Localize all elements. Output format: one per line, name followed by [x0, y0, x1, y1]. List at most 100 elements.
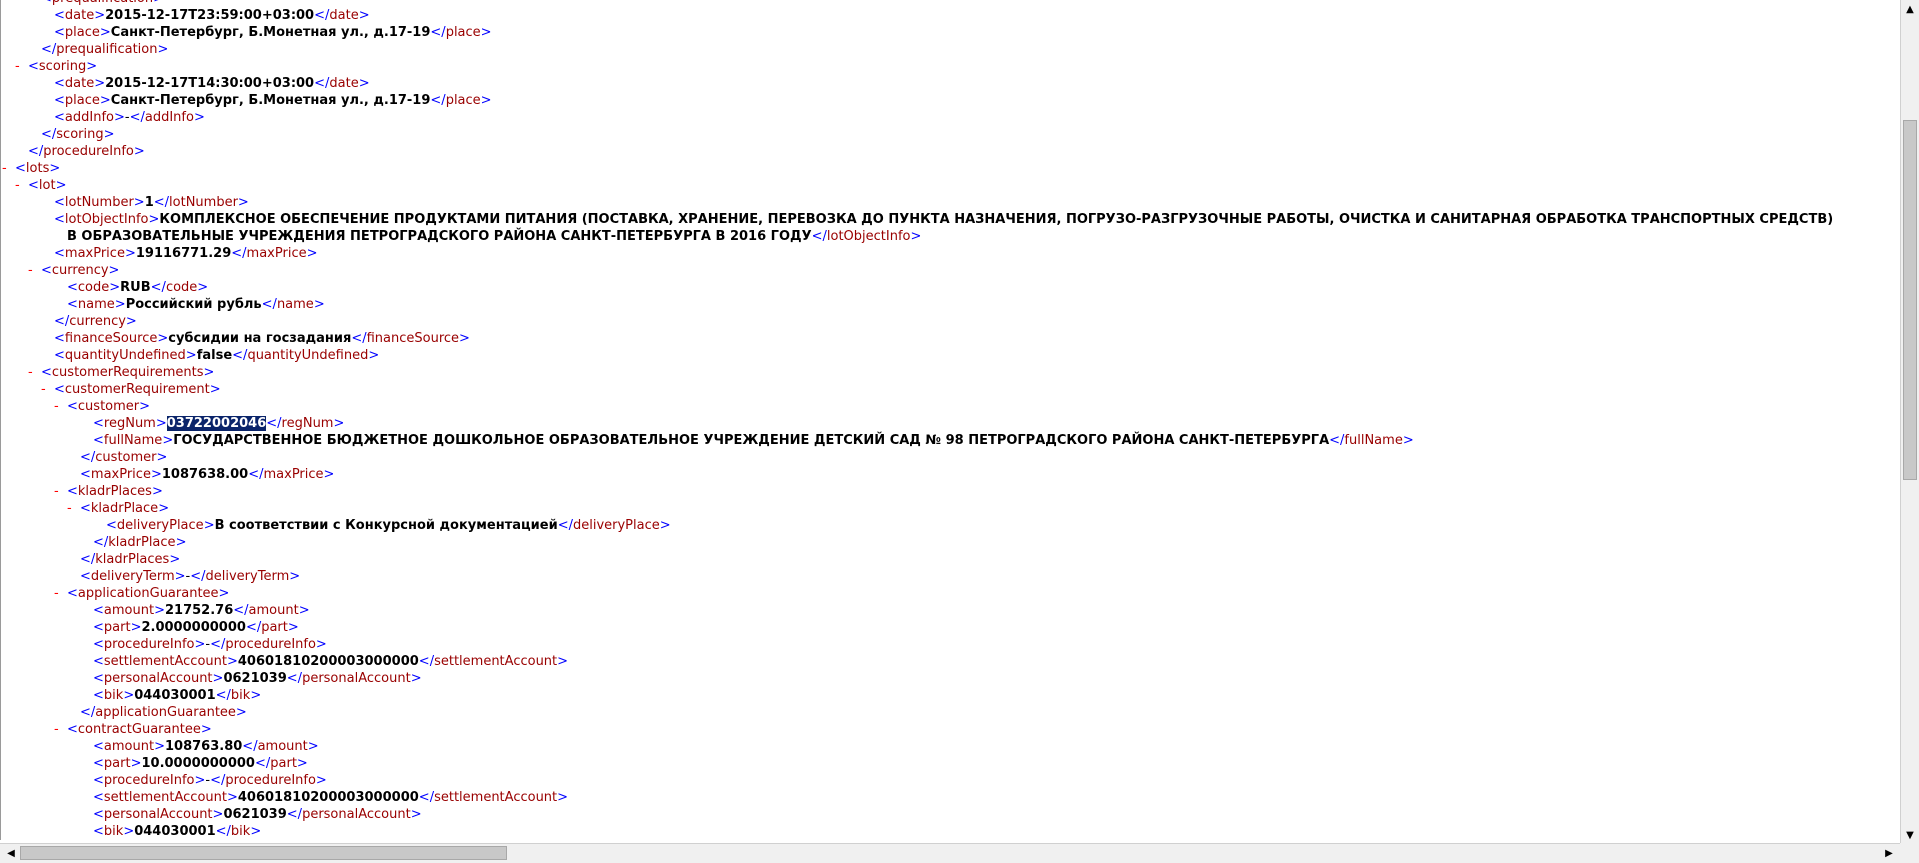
tag-bracket: >: [99, 93, 111, 108]
element-value[interactable]: В ОБРАЗОВАТЕЛЬНЫЕ УЧРЕЖДЕНИЯ ПЕТРОГРАДСК…: [67, 229, 812, 244]
element-value[interactable]: КОМПЛЕКСНОЕ ОБЕСПЕЧЕНИЕ ПРОДУКТАМИ ПИТАН…: [159, 212, 1833, 227]
tag-bracket: >: [99, 25, 111, 40]
tag-bracket: <: [54, 246, 65, 261]
tag-bracket: >: [103, 127, 115, 142]
element-value[interactable]: 10.0000000000: [141, 756, 254, 771]
tag-bracket: >: [194, 773, 206, 788]
tag-name: customer: [77, 399, 140, 414]
tag-bracket: <: [67, 280, 78, 295]
element-value[interactable]: 108763.80: [165, 739, 242, 754]
xml-line: <procedureInfo>-</procedureInfo>: [1, 772, 1901, 789]
tag-bracket: >: [313, 297, 325, 312]
tag-bracket: <: [93, 620, 104, 635]
element-value[interactable]: Санкт-Петербург, Б.Монетная ул., д.17-19: [111, 25, 431, 40]
element-value[interactable]: 0621039: [223, 671, 286, 686]
element-value[interactable]: 2015-12-17T14:30:00+03:00: [105, 76, 314, 91]
collapse-toggle[interactable]: -: [15, 58, 28, 75]
tag-bracket: >: [459, 331, 470, 346]
tag-bracket: </: [418, 790, 435, 805]
collapse-toggle[interactable]: -: [15, 177, 28, 194]
tag-name: personalAccount: [103, 671, 213, 686]
tag-name: deliveryTerm: [205, 569, 290, 584]
element-value[interactable]: 044030001: [134, 688, 215, 703]
tag-bracket: </: [351, 331, 367, 346]
tag-bracket: >: [185, 348, 197, 363]
element-value[interactable]: субсидии на госзадания: [168, 331, 351, 346]
tag-name: part: [270, 756, 297, 771]
scroll-right-icon[interactable]: ▶: [1880, 844, 1898, 863]
tag-bracket: >: [193, 110, 205, 125]
collapse-toggle[interactable]: -: [28, 0, 41, 7]
collapse-toggle[interactable]: -: [54, 483, 67, 500]
tag-bracket: >: [557, 654, 569, 669]
tag-name: fullName: [103, 433, 163, 448]
tag-bracket: >: [235, 705, 247, 720]
tag-name: procedureInfo: [103, 773, 195, 788]
scroll-left-icon[interactable]: ◀: [2, 844, 20, 863]
element-value[interactable]: 2.0000000000: [141, 620, 245, 635]
element-value[interactable]: Санкт-Петербург, Б.Монетная ул., д.17-19: [111, 93, 431, 108]
tag-bracket: >: [148, 212, 160, 227]
tag-bracket: <: [54, 212, 65, 227]
tag-name: scoring: [56, 127, 104, 142]
xml-line: <lotObjectInfo>КОМПЛЕКСНОЕ ОБЕСПЕЧЕНИЕ П…: [1, 211, 1901, 228]
element-value[interactable]: 044030001: [134, 824, 215, 839]
xml-line: - <contractGuarantee>: [1, 721, 1901, 738]
scroll-up-icon[interactable]: ▲: [1901, 0, 1919, 18]
tag-bracket: >: [139, 399, 151, 414]
element-value[interactable]: 03722002046: [166, 416, 267, 431]
element-value[interactable]: 1087638.00: [162, 467, 248, 482]
tag-name: lots: [25, 161, 50, 176]
scroll-down-icon[interactable]: ▼: [1901, 826, 1919, 844]
horizontal-scrollbar[interactable]: ◀ ▶: [0, 843, 1900, 863]
element-value[interactable]: Российский рубль: [126, 297, 262, 312]
xml-line: <date>2015-12-17T14:30:00+03:00</date>: [1, 75, 1901, 92]
collapse-toggle[interactable]: -: [54, 721, 67, 738]
collapse-toggle[interactable]: -: [54, 398, 67, 415]
tag-name: regNum: [281, 416, 334, 431]
tag-name: date: [64, 8, 95, 23]
xml-line: </customer>: [1, 449, 1901, 466]
element-value[interactable]: ГОСУДАРСТВЕННОЕ БЮДЖЕТНОЕ ДОШКОЛЬНОЕ ОБР…: [173, 433, 1329, 448]
element-value[interactable]: 21752.76: [165, 603, 233, 618]
xml-line: <quantityUndefined>false</quantityUndefi…: [1, 347, 1901, 364]
tag-bracket: <: [54, 8, 65, 23]
element-value[interactable]: 19116771.29: [136, 246, 231, 261]
tag-bracket: <: [106, 518, 117, 533]
tag-bracket: >: [200, 722, 212, 737]
tag-bracket: </: [261, 297, 277, 312]
collapse-toggle[interactable]: -: [2, 160, 15, 177]
tag-bracket: <: [93, 671, 104, 686]
xml-line: <date>2015-12-17T23:59:00+03:00</date>: [1, 7, 1901, 24]
collapse-toggle[interactable]: -: [67, 500, 80, 517]
element-value[interactable]: В соответствии с Конкурсной документацие…: [215, 518, 558, 533]
tag-bracket: </: [286, 671, 303, 686]
collapse-toggle[interactable]: -: [28, 364, 41, 381]
element-value[interactable]: 1: [145, 195, 154, 210]
collapse-toggle[interactable]: -: [54, 585, 67, 602]
tag-name: settlementAccount: [434, 654, 558, 669]
collapse-toggle[interactable]: -: [28, 262, 41, 279]
tag-bracket: >: [218, 586, 230, 601]
element-value[interactable]: 40601810200003000000: [238, 790, 419, 805]
element-value[interactable]: 0621039: [223, 807, 286, 822]
element-value[interactable]: 40601810200003000000: [238, 654, 419, 669]
tag-bracket: >: [410, 807, 422, 822]
tag-bracket: >: [133, 144, 145, 159]
tag-bracket: >: [307, 739, 319, 754]
vertical-scroll-thumb[interactable]: [1903, 120, 1917, 480]
tag-name: part: [103, 620, 131, 635]
collapse-toggle[interactable]: -: [41, 381, 54, 398]
element-value[interactable]: RUB: [120, 280, 150, 295]
element-value[interactable]: false: [197, 348, 232, 363]
tag-name: kladrPlaces: [77, 484, 152, 499]
xml-line: </procedureInfo>: [1, 143, 1901, 160]
xml-line: <amount>108763.80</amount>: [1, 738, 1901, 755]
element-value[interactable]: 2015-12-17T23:59:00+03:00: [105, 8, 314, 23]
horizontal-scroll-thumb[interactable]: [20, 846, 507, 860]
tag-bracket: >: [158, 501, 170, 516]
tag-name: personalAccount: [302, 671, 411, 686]
tag-bracket: <: [93, 790, 104, 805]
tag-bracket: >: [250, 688, 262, 703]
vertical-scrollbar[interactable]: ▲ ▼: [1900, 0, 1919, 844]
